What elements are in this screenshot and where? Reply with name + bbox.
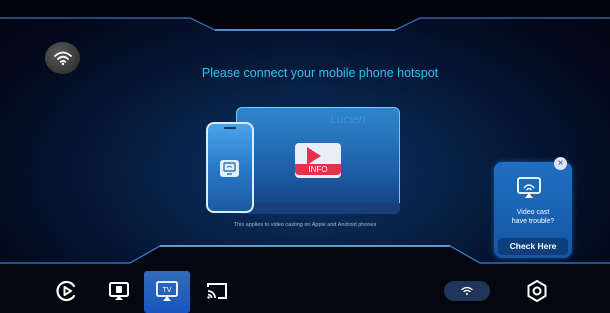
wifi-status-pill[interactable] — [444, 281, 490, 301]
tv-cast-icon: TV — [156, 281, 178, 301]
screen-mirror-icon — [109, 282, 129, 300]
settings-icon — [527, 280, 547, 302]
help-text: Video cast have trouble? — [511, 209, 555, 225]
phone-notch — [224, 127, 236, 129]
play-icon — [307, 147, 321, 165]
nav-play[interactable] — [48, 272, 86, 310]
info-label: INFO — [295, 164, 341, 175]
top-frame — [0, 0, 610, 31]
screen: Please connect your mobile phone hotspot… — [0, 0, 610, 313]
phone-illustration — [206, 122, 254, 213]
tv-label: TV — [163, 287, 172, 294]
watermark: Lucien — [330, 112, 366, 126]
wifi-button[interactable] — [45, 42, 80, 74]
nav-cast[interactable] — [198, 272, 236, 310]
cast-icon — [207, 283, 227, 299]
nav-tv-cast[interactable]: TV — [148, 272, 186, 310]
close-icon[interactable]: × — [554, 157, 567, 170]
compatibility-note: This applies to video casting on Apple a… — [233, 222, 377, 228]
nav-settings[interactable] — [518, 272, 556, 310]
nav-screen-mirror[interactable] — [100, 272, 138, 310]
cast-screen-icon — [220, 160, 239, 177]
wifi-icon — [461, 286, 473, 295]
screen-cast-icon — [517, 177, 541, 198]
video-card: INFO — [295, 143, 341, 178]
wifi-icon — [53, 51, 72, 65]
play-circle-icon — [56, 280, 76, 302]
laptop-base — [236, 203, 400, 214]
page-title: Please connect your mobile phone hotspot — [201, 66, 439, 80]
